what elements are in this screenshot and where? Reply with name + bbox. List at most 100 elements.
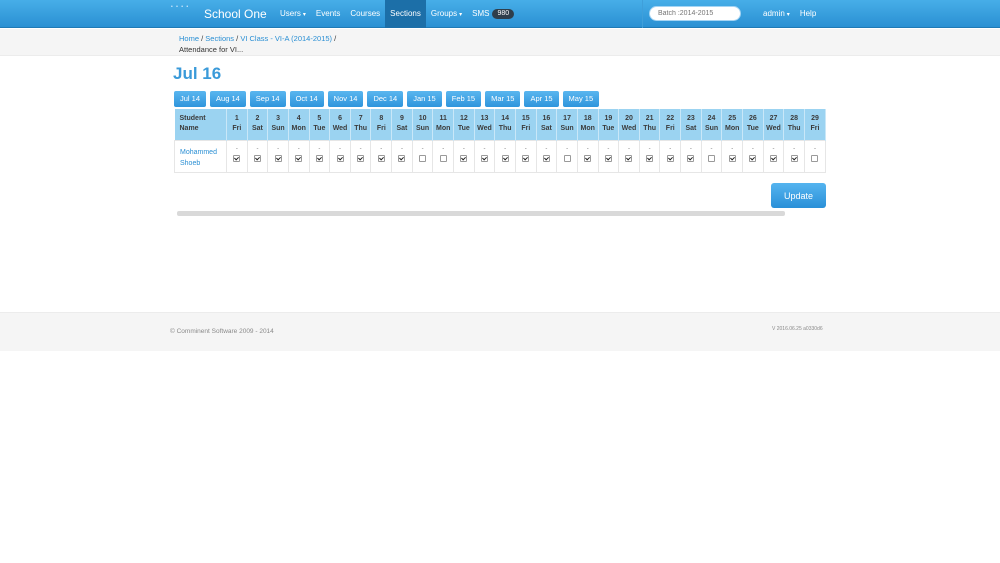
month-tab[interactable]: Oct 14 <box>289 91 324 107</box>
student-name-link[interactable]: Mohammed Shoeb <box>174 139 227 173</box>
day-number: 17 <box>563 115 571 123</box>
day-weekday: Sun <box>704 125 719 133</box>
attendance-cell: - <box>535 139 558 173</box>
attendance-checkbox[interactable] <box>501 154 509 162</box>
attendance-mark: - <box>483 145 486 152</box>
day-weekday: Sun <box>415 125 430 133</box>
attendance-checkbox[interactable] <box>398 154 406 162</box>
day-weekday: Fri <box>810 125 820 133</box>
day-number: 15 <box>521 115 530 123</box>
attendance-rows: Mohammed Shoeb - - - - - - - - - - - - - - - - - - - - - - - - - - -… <box>174 139 827 173</box>
attendance-cell: - <box>556 139 578 173</box>
attendance-checkbox[interactable] <box>584 154 592 162</box>
day-header: 7 Thu <box>350 109 372 140</box>
attendance-cell: - <box>762 139 785 173</box>
batch-search-input[interactable] <box>649 6 741 21</box>
day-header: 24 Sun <box>701 109 723 140</box>
attendance-checkbox[interactable] <box>604 154 612 162</box>
attendance-mark: - <box>277 145 280 152</box>
top-navbar: • • • • School One Users ▾ Events Courses Se… <box>0 0 1000 28</box>
day-weekday: Fri <box>521 125 531 133</box>
month-tab[interactable]: Jan 15 <box>407 91 442 107</box>
month-tab[interactable]: Apr 15 <box>524 91 559 107</box>
attendance-cell: - <box>267 139 289 173</box>
month-tab[interactable]: Sep 14 <box>249 91 286 107</box>
nav-link-groups[interactable]: Groups ▾ <box>426 0 467 28</box>
day-weekday: Thu <box>354 125 368 133</box>
breadcrumb-sections[interactable]: Sections <box>205 34 234 43</box>
attendance-checkbox[interactable] <box>749 154 757 162</box>
attendance-mark: - <box>689 145 692 152</box>
attendance-checkbox[interactable] <box>253 154 261 162</box>
day-number: 23 <box>687 115 695 123</box>
day-header: 21 Thu <box>639 109 661 140</box>
admin-menu[interactable]: admin ▾ <box>758 0 795 28</box>
attendance-mark: - <box>359 145 362 152</box>
month-tab[interactable]: Feb 15 <box>445 91 482 107</box>
month-tab[interactable]: Nov 14 <box>327 91 364 107</box>
attendance-checkbox[interactable] <box>460 154 468 162</box>
attendance-checkbox[interactable] <box>708 154 716 162</box>
attendance-checkbox[interactable] <box>687 154 695 162</box>
attendance-cell: - <box>226 139 248 173</box>
attendance-checkbox[interactable] <box>542 154 550 162</box>
attendance-checkbox[interactable] <box>481 154 488 162</box>
attendance-checkbox[interactable] <box>357 154 365 162</box>
day-header: 26 Tue <box>742 109 764 140</box>
month-tab[interactable]: May 15 <box>562 91 600 107</box>
brand-name[interactable]: School One <box>204 6 267 22</box>
page-title: Jul 16 <box>173 64 222 83</box>
nav-link-sms[interactable]: SMS 980 <box>467 0 519 28</box>
attendance-checkbox[interactable] <box>646 154 654 162</box>
horizontal-scrollbar[interactable] <box>177 211 785 216</box>
attendance-checkbox[interactable] <box>522 154 530 162</box>
day-weekday: Sat <box>252 125 263 133</box>
attendance-mark: - <box>772 145 775 152</box>
attendance-checkbox[interactable] <box>769 154 777 162</box>
attendance-checkbox[interactable] <box>295 154 303 162</box>
attendance-checkbox[interactable] <box>233 154 241 162</box>
day-number: 9 <box>399 115 404 123</box>
nav-link-sections[interactable]: Sections <box>385 0 426 28</box>
attendance-checkbox[interactable] <box>315 154 323 162</box>
attendance-checkbox[interactable] <box>439 154 447 162</box>
day-weekday: Fri <box>376 125 386 133</box>
attendance-checkbox[interactable] <box>377 154 385 162</box>
attendance-checkbox[interactable] <box>811 154 819 162</box>
attendance-cell: - <box>742 139 764 173</box>
day-header: 28 Thu <box>783 109 805 140</box>
attendance-checkbox[interactable] <box>666 154 674 162</box>
nav-link-courses[interactable]: Courses <box>345 0 385 28</box>
day-number: 16 <box>542 115 551 123</box>
month-tab[interactable]: Aug 14 <box>210 91 246 107</box>
attendance-checkbox[interactable] <box>625 154 633 162</box>
month-tab[interactable]: Jul 14 <box>174 91 207 107</box>
attendance-checkbox[interactable] <box>790 154 798 162</box>
student-name-header: Student Name <box>174 109 227 140</box>
attendance-checkbox[interactable] <box>336 154 344 162</box>
attendance-mark: - <box>462 145 465 152</box>
breadcrumb-home[interactable]: Home <box>179 34 199 43</box>
table-header-row: Student Name 1 Fri 2 Sat 3 Sun 4 Mon 5 Tue 6 Wed 7 Th… <box>174 109 827 140</box>
attendance-checkbox[interactable] <box>563 154 571 162</box>
attendance-cell: - <box>597 139 620 173</box>
attendance-mark: - <box>813 145 816 152</box>
day-weekday: Sat <box>540 125 552 133</box>
help-link[interactable]: Help <box>795 0 821 28</box>
nav-link-events[interactable]: Events <box>311 0 345 28</box>
day-number: 13 <box>480 115 489 123</box>
attendance-checkbox[interactable] <box>419 154 427 162</box>
day-header: 25 Mon <box>721 109 744 140</box>
attendance-checkbox[interactable] <box>728 154 736 162</box>
breadcrumb-current: Attendance for VI... <box>179 45 244 54</box>
attendance-checkbox[interactable] <box>274 154 282 162</box>
day-number: 28 <box>790 115 799 123</box>
attendance-cell: - <box>432 139 455 173</box>
day-number: 12 <box>459 115 468 123</box>
nav-link-users[interactable]: Users ▾ <box>275 0 311 28</box>
month-tab[interactable]: Dec 14 <box>367 91 404 107</box>
logo-icon[interactable]: • • • • <box>171 5 189 10</box>
update-button[interactable]: Update <box>771 183 826 208</box>
breadcrumb-class[interactable]: VI Class - VI-A (2014-2015) <box>240 34 332 43</box>
month-tab[interactable]: Mar 15 <box>485 91 521 107</box>
